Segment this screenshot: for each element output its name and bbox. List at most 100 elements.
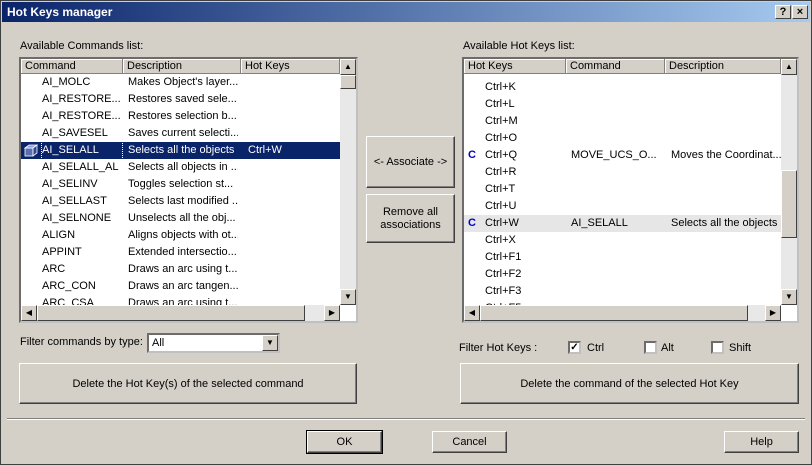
scroll-right-arrow[interactable]: ▶	[765, 305, 781, 321]
description-cell: Aligns objects with ot...	[128, 229, 238, 241]
command-cell: ARC	[42, 263, 66, 275]
command-row[interactable]: AI_SELNONE Unselects all the obj...	[21, 210, 340, 227]
scroll-thumb[interactable]	[781, 170, 797, 238]
hotkey-row[interactable]: Ctrl+F2	[464, 266, 781, 283]
ok-button[interactable]: OK	[306, 430, 383, 454]
hotkey-row[interactable]: Ctrl+T	[464, 181, 781, 198]
scroll-up-arrow[interactable]: ▲	[781, 59, 797, 75]
description-cell: Restores selection b...	[128, 110, 237, 122]
command-assigned-icon: C	[468, 149, 476, 161]
command-cell: AI_SELNONE	[42, 212, 112, 224]
delete-command-of-hotkey-label: Delete the command of the selected Hot K…	[520, 377, 739, 390]
description-cell: Makes Object's layer...	[128, 76, 238, 88]
shift-checkbox[interactable]	[711, 341, 724, 354]
command-row[interactable]: AI_MOLC Makes Object's layer...	[21, 74, 340, 91]
hotkey-row[interactable]: Ctrl+M	[464, 113, 781, 130]
alt-checkbox[interactable]	[644, 341, 657, 354]
scroll-thumb[interactable]	[340, 75, 356, 89]
command-row[interactable]: AI_RESTORE... Restores saved sele...	[21, 91, 340, 108]
delete-hotkeys-of-command-button[interactable]: Delete the Hot Key(s) of the selected co…	[19, 363, 357, 404]
delete-hotkeys-of-command-label: Delete the Hot Key(s) of the selected co…	[72, 377, 304, 390]
command-row[interactable]: AI_SAVESEL Saves current selecti...	[21, 125, 340, 142]
command-row[interactable]: AI_SELLAST Selects last modified ...	[21, 193, 340, 210]
hotkey-row[interactable]: Ctrl+X	[464, 232, 781, 249]
description-cell: Saves current selecti...	[128, 127, 238, 139]
close-button[interactable]: ×	[792, 5, 808, 19]
help-title-button[interactable]: ?	[775, 5, 791, 19]
hotkeys-list[interactable]: Hot Keys Command Description Ctrl+K Ctrl+…	[462, 57, 799, 323]
column-header-command[interactable]: Command	[566, 59, 665, 74]
ctrl-checkbox[interactable]: ✓	[568, 341, 581, 354]
check-icon: ✓	[570, 342, 579, 353]
command-row[interactable]: ARC Draws an arc using t...	[21, 261, 340, 278]
delete-command-of-hotkey-button[interactable]: Delete the command of the selected Hot K…	[460, 363, 799, 404]
hotkey-cell: Ctrl+W	[248, 144, 282, 156]
remove-all-associations-button[interactable]: Remove all associations	[366, 194, 455, 243]
remove-all-label-2: associations	[380, 218, 441, 231]
column-header-hotkeys[interactable]: Hot Keys	[464, 59, 566, 74]
hscroll-thumb[interactable]	[37, 305, 305, 321]
shift-label: Shift	[729, 342, 752, 354]
command-cell: AI_MOLC	[42, 76, 91, 88]
scroll-down-arrow[interactable]: ▼	[781, 289, 797, 305]
scroll-left-arrow[interactable]: ◀	[464, 305, 480, 321]
column-header-command[interactable]: Command	[21, 59, 123, 74]
command-row[interactable]: AI_RESTORE... Restores selection b...	[21, 108, 340, 125]
hotkeys-horizontal-scrollbar[interactable]: ◀ ▶	[464, 305, 781, 321]
hotkey-row[interactable]: Ctrl+K	[464, 79, 781, 96]
hotkey-row[interactable]: C Ctrl+W AI_SELALL Selects all the objects	[464, 215, 781, 232]
hotkey-cell: Ctrl+K	[485, 81, 516, 93]
scroll-up-arrow[interactable]: ▲	[340, 59, 356, 75]
ok-label: OK	[336, 436, 353, 448]
hotkey-row[interactable]: C Ctrl+Q MOVE_UCS_O... Moves the Coordinat.…	[464, 147, 781, 164]
hotkey-row[interactable]: Ctrl+L	[464, 96, 781, 113]
command-assigned-icon: C	[468, 217, 476, 229]
window-title: Hot Keys manager	[7, 5, 113, 19]
command-row[interactable]: ALIGN Aligns objects with ot...	[21, 227, 340, 244]
commands-list[interactable]: Command Description Hot Keys AI_MOLC Make…	[19, 57, 358, 323]
description-cell: Extended intersectio...	[128, 246, 237, 258]
hotkeys-vertical-scrollbar[interactable]: ▲ ▼	[781, 59, 797, 305]
command-cell: AI_SELALL_AL	[42, 161, 119, 173]
scroll-left-arrow[interactable]: ◀	[21, 305, 37, 321]
associate-button[interactable]: <- Associate ->	[366, 136, 455, 188]
column-header-description[interactable]: Description	[665, 59, 781, 74]
hotkey-cell: Ctrl+O	[485, 132, 518, 144]
scroll-down-arrow[interactable]: ▼	[340, 289, 356, 305]
hotkey-row[interactable]: Ctrl+F3	[464, 283, 781, 300]
hotkey-cell: Ctrl+W	[485, 217, 519, 229]
hotkey-row[interactable]: Ctrl+F1	[464, 249, 781, 266]
column-header-description[interactable]: Description	[123, 59, 241, 74]
commands-horizontal-scrollbar[interactable]: ◀ ▶	[21, 305, 340, 321]
hotkey-cell: Ctrl+U	[485, 200, 517, 212]
command-row[interactable]: ARC_CON Draws an arc tangen...	[21, 278, 340, 295]
command-row[interactable]: AI_SELINV Toggles selection st...	[21, 176, 340, 193]
command-row[interactable]: AI_SELALL_AL Selects all objects in ...	[21, 159, 340, 176]
hotkey-row[interactable]: Ctrl+R	[464, 164, 781, 181]
command-cell: AI_SELALL	[571, 217, 628, 229]
command-row[interactable]: APPINT Extended intersectio...	[21, 244, 340, 261]
help-label: Help	[750, 436, 773, 448]
filter-hotkeys-label: Filter Hot Keys :	[459, 342, 538, 354]
command-cell: ARC_CON	[42, 280, 96, 292]
available-hotkeys-label: Available Hot Keys list:	[463, 40, 575, 52]
title-bar[interactable]: Hot Keys manager ? ×	[2, 2, 810, 22]
column-header-hotkeys[interactable]: Hot Keys	[241, 59, 340, 74]
hscroll-thumb[interactable]	[480, 305, 748, 321]
help-button[interactable]: Help	[724, 431, 799, 453]
hotkey-row[interactable]: Ctrl+U	[464, 198, 781, 215]
hotkey-row[interactable]: Ctrl+O	[464, 130, 781, 147]
description-cell: Selects all objects in ...	[128, 161, 238, 173]
hotkey-cell: Ctrl+T	[485, 183, 516, 195]
command-cell: AI_SELLAST	[42, 195, 107, 207]
filter-type-select[interactable]: All ▼	[147, 333, 280, 353]
description-cell: Draws an arc tangen...	[128, 280, 238, 292]
cancel-button[interactable]: Cancel	[432, 431, 507, 453]
command-row[interactable]: AI_SELALL Selects all the objects Ctrl+W	[21, 141, 340, 160]
chevron-down-icon[interactable]: ▼	[262, 335, 278, 351]
description-cell: Moves the Coordinat...	[671, 149, 781, 161]
command-cell: AI_RESTORE...	[42, 93, 121, 105]
commands-vertical-scrollbar[interactable]: ▲ ▼	[340, 59, 356, 305]
scroll-right-arrow[interactable]: ▶	[324, 305, 340, 321]
hotkey-cell: Ctrl+F2	[485, 268, 522, 280]
